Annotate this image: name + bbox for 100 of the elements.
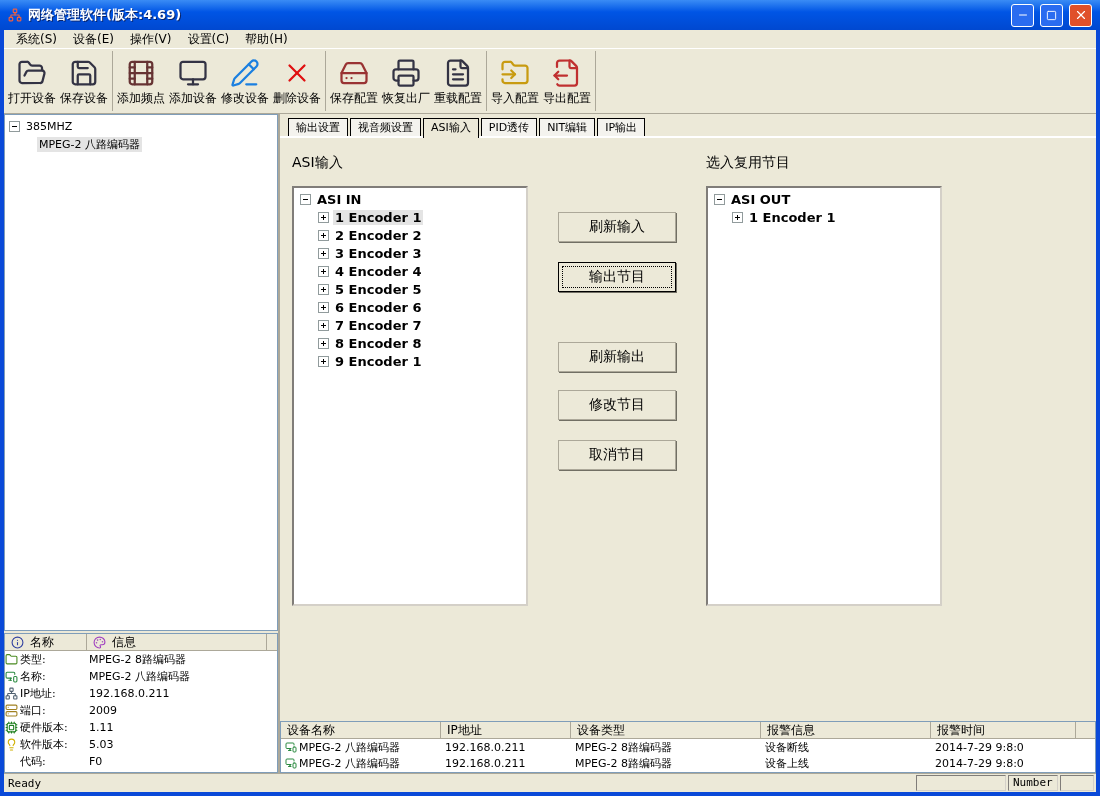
column-header[interactable]: 设备名称 (287, 721, 335, 739)
table-cell: 2014-7-29 9:8:0 (935, 756, 1024, 770)
property-value: 2009 (89, 704, 117, 717)
toolbar-button[interactable]: 添加频点 (115, 51, 167, 111)
table-cell: MPEG-2 八路编码器 (299, 739, 401, 755)
expand-icon[interactable] (318, 355, 329, 367)
tree-item[interactable]: 7 Encoder 7 (333, 317, 424, 333)
tree-item[interactable]: 6 Encoder 6 (333, 299, 424, 315)
menu-item[interactable]: 操作(V) (123, 30, 178, 48)
column-header[interactable]: 信息 (112, 633, 136, 651)
menu-item[interactable]: 设置(C) (181, 30, 236, 48)
column-header[interactable]: IP地址 (447, 721, 482, 739)
table-cell: 设备断线 (765, 739, 809, 755)
network-icon (5, 687, 18, 700)
device-icon (285, 741, 297, 753)
menu-item[interactable]: 系统(S) (10, 30, 63, 48)
palette-icon (93, 635, 106, 649)
column-header[interactable]: 设备类型 (577, 721, 625, 739)
film-icon (126, 58, 156, 88)
toolbar-button[interactable]: 保存配置 (328, 51, 380, 111)
expand-icon[interactable] (318, 283, 329, 295)
tab[interactable]: 输出设置 (288, 118, 348, 136)
property-value: 5.03 (89, 738, 114, 751)
tree-item[interactable]: ASI IN (315, 191, 364, 207)
table-cell: 设备上线 (765, 755, 809, 771)
maximize-button[interactable] (1040, 3, 1063, 27)
tree-item[interactable]: 4 Encoder 4 (333, 263, 424, 279)
property-value: MPEG-2 8路编码器 (89, 652, 187, 667)
property-value: MPEG-2 八路编码器 (89, 669, 191, 684)
column-header[interactable]: 报警信息 (767, 721, 815, 739)
property-value: F0 (89, 755, 103, 768)
folder-icon (5, 653, 18, 666)
table-cell: 2014-7-29 9:8:0 (935, 740, 1024, 754)
section-heading: 选入复用节目 (706, 154, 791, 172)
toolbar-button[interactable]: 保存设备 (58, 51, 110, 111)
toolbar-button[interactable]: 添加设备 (167, 51, 219, 111)
tree-item[interactable]: 8 Encoder 8 (333, 335, 424, 351)
toolbar-button[interactable]: 导出配置 (541, 51, 593, 111)
toolbar-button[interactable]: 打开设备 (6, 51, 58, 111)
expand-icon[interactable] (318, 247, 329, 259)
expand-icon[interactable] (318, 301, 329, 313)
property-label: 硬件版本: (20, 720, 68, 735)
info-icon (11, 635, 24, 649)
expand-icon[interactable] (318, 265, 329, 277)
toolbar-button[interactable]: 重载配置 (432, 51, 484, 111)
tree-item[interactable]: 1 Encoder 1 (333, 209, 424, 225)
tree-item[interactable]: 9 Encoder 1 (333, 353, 424, 369)
expand-icon[interactable] (732, 211, 743, 223)
toolbar-button[interactable]: 恢复出厂 (380, 51, 432, 111)
table-cell: MPEG-2 8路编码器 (575, 755, 673, 771)
status-text: Ready (7, 776, 43, 790)
property-label: 代码: (20, 754, 46, 769)
tab[interactable]: 视音频设置 (350, 118, 421, 136)
tab[interactable]: ASI输入 (423, 118, 479, 138)
collapse-icon[interactable] (714, 193, 725, 205)
collapse-icon[interactable] (300, 193, 311, 205)
expand-icon[interactable] (318, 319, 329, 331)
property-label: 软件版本: (20, 737, 68, 752)
property-value: 1.11 (89, 721, 114, 734)
tree-item[interactable]: 5 Encoder 5 (333, 281, 424, 297)
expand-icon[interactable] (318, 229, 329, 241)
tab[interactable]: PID透传 (480, 118, 538, 136)
action-button[interactable]: 取消节目 (558, 440, 676, 470)
floppy-icon (69, 58, 99, 88)
tab[interactable]: NIT编辑 (539, 118, 596, 136)
printer-icon (391, 58, 421, 88)
tree-item[interactable]: 1 Encoder 1 (747, 209, 838, 225)
table-cell: MPEG-2 八路编码器 (299, 755, 401, 771)
chip-icon (5, 721, 18, 734)
tab[interactable]: IP输出 (597, 118, 646, 136)
app-icon (8, 8, 22, 22)
expand-icon[interactable] (318, 337, 329, 349)
column-header[interactable]: 名称 (30, 633, 54, 651)
expand-icon[interactable] (318, 211, 329, 223)
menu-item[interactable]: 设备(E) (67, 30, 120, 48)
tree-item[interactable]: 3 Encoder 3 (333, 245, 424, 261)
property-label: 类型: (20, 652, 46, 667)
toolbar-button[interactable]: 修改设备 (219, 51, 271, 111)
action-button[interactable]: 刷新输出 (558, 342, 676, 372)
minimize-button[interactable] (1011, 3, 1034, 27)
table-cell: 192.168.0.211 (445, 756, 526, 770)
toolbar-button[interactable]: 删除设备 (271, 51, 323, 111)
action-button[interactable]: 输出节目 (558, 262, 676, 292)
tree-item[interactable]: MPEG-2 八路编码器 (37, 136, 143, 152)
table-cell: MPEG-2 8路编码器 (575, 739, 673, 755)
window-title: 网络管理软件(版本:4.69) (28, 6, 183, 24)
column-header[interactable]: 报警时间 (937, 721, 985, 739)
tree-item[interactable]: 385MHZ (24, 119, 75, 133)
collapse-icon[interactable] (9, 120, 20, 132)
status-panel (1060, 775, 1094, 791)
toolbar-button[interactable]: 导入配置 (489, 51, 541, 111)
action-button[interactable]: 修改节目 (558, 390, 676, 420)
menu-item[interactable]: 帮助(H) (239, 30, 294, 48)
pencil-icon (230, 58, 260, 88)
action-button[interactable]: 刷新输入 (558, 212, 676, 242)
status-indicator: Number (1008, 775, 1058, 791)
section-heading: ASI输入 (292, 154, 344, 172)
tree-item[interactable]: ASI OUT (729, 191, 793, 207)
close-button[interactable] (1069, 3, 1092, 27)
tree-item[interactable]: 2 Encoder 2 (333, 227, 424, 243)
